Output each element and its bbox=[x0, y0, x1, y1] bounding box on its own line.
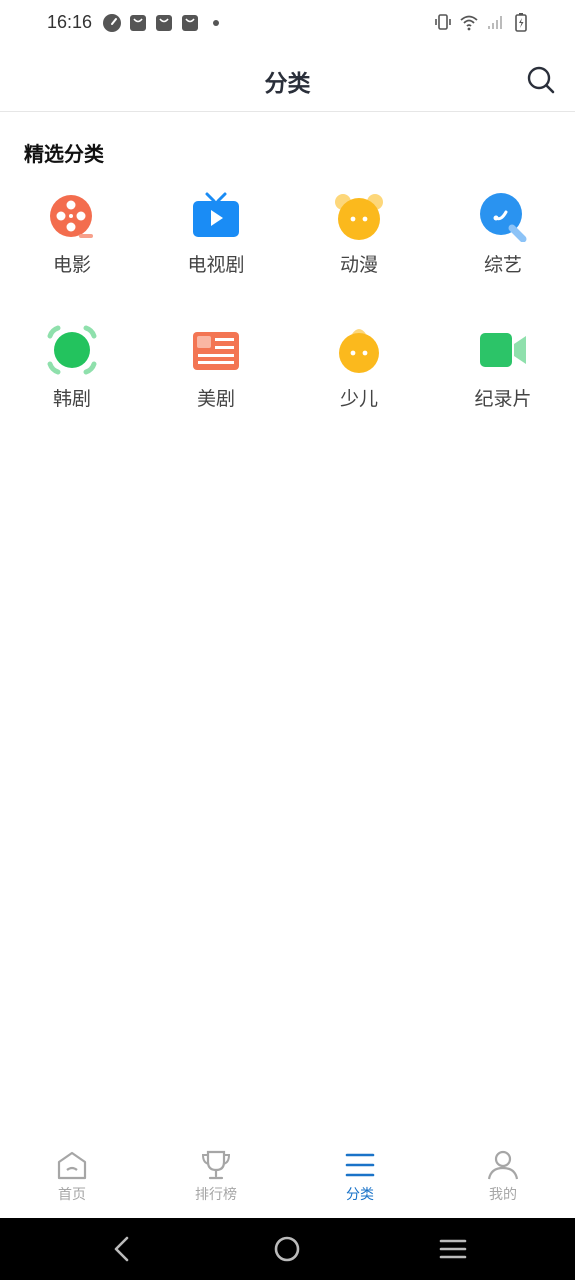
bag-icon bbox=[182, 15, 198, 31]
status-time: 16:16 bbox=[47, 12, 93, 32]
category-korean-drama[interactable]: 韩剧 bbox=[12, 324, 132, 434]
category-label: 综艺 bbox=[483, 254, 522, 276]
bottom-navigation: 首页 排行榜 分类 我的 bbox=[0, 1138, 575, 1218]
menu-icon[interactable] bbox=[437, 1233, 469, 1265]
vibrate-icon bbox=[435, 14, 451, 30]
system-status-icons bbox=[433, 12, 531, 32]
app-header: 分类 bbox=[0, 48, 575, 112]
bag-icon bbox=[156, 15, 172, 31]
wifi-icon bbox=[460, 15, 478, 31]
category-label: 少儿 bbox=[339, 388, 378, 410]
film-reel-icon bbox=[50, 195, 93, 238]
trophy-icon bbox=[201, 1150, 231, 1180]
green-circle-icon bbox=[47, 325, 97, 375]
category-label: 动漫 bbox=[339, 254, 378, 276]
nav-label: 分类 bbox=[346, 1187, 374, 1203]
search-icon[interactable] bbox=[525, 64, 557, 96]
tv-icon bbox=[193, 192, 239, 237]
home-icon bbox=[57, 1151, 87, 1180]
bag-icon bbox=[130, 15, 146, 31]
category-label: 纪录片 bbox=[474, 388, 532, 410]
category-kids[interactable]: 少儿 bbox=[299, 324, 419, 434]
category-documentary[interactable]: 纪录片 bbox=[443, 324, 563, 434]
nav-item-ranking[interactable]: 排行榜 bbox=[166, 1148, 266, 1204]
page-title: 分类 bbox=[264, 71, 311, 97]
list-icon bbox=[345, 1153, 375, 1177]
microphone-icon bbox=[480, 193, 527, 242]
category-tv-series[interactable]: 电视剧 bbox=[156, 190, 276, 300]
battery-charging-icon bbox=[515, 13, 527, 32]
notification-icons bbox=[102, 13, 226, 33]
nav-label: 我的 bbox=[489, 1187, 517, 1203]
category-label: 韩剧 bbox=[52, 388, 91, 410]
category-label: 美剧 bbox=[196, 388, 235, 410]
cartoon-bear-icon bbox=[335, 194, 383, 240]
category-us-drama[interactable]: 美剧 bbox=[156, 324, 276, 434]
home-circle-icon[interactable] bbox=[271, 1233, 303, 1265]
dot-icon bbox=[213, 20, 219, 26]
category-anime[interactable]: 动漫 bbox=[299, 190, 419, 300]
nav-item-category[interactable]: 分类 bbox=[310, 1148, 410, 1204]
category-label: 电影 bbox=[52, 254, 91, 276]
back-icon[interactable] bbox=[106, 1233, 138, 1265]
video-camera-icon bbox=[480, 333, 526, 367]
category-label: 电视剧 bbox=[187, 254, 245, 276]
person-icon bbox=[487, 1150, 519, 1180]
section-title: 精选分类 bbox=[24, 142, 104, 166]
nav-item-profile[interactable]: 我的 bbox=[453, 1148, 553, 1204]
nav-label: 首页 bbox=[58, 1187, 86, 1203]
system-navigation-bar bbox=[0, 1218, 575, 1280]
status-bar: 16:16 bbox=[0, 0, 575, 48]
category-movie[interactable]: 电影 bbox=[12, 190, 132, 300]
newspaper-icon bbox=[193, 332, 239, 370]
kid-face-icon bbox=[339, 329, 379, 373]
signal-icon bbox=[488, 16, 502, 29]
category-variety[interactable]: 综艺 bbox=[443, 190, 563, 300]
nav-label: 排行榜 bbox=[195, 1187, 237, 1203]
speedometer-icon bbox=[103, 14, 121, 32]
nav-item-home[interactable]: 首页 bbox=[22, 1148, 122, 1204]
